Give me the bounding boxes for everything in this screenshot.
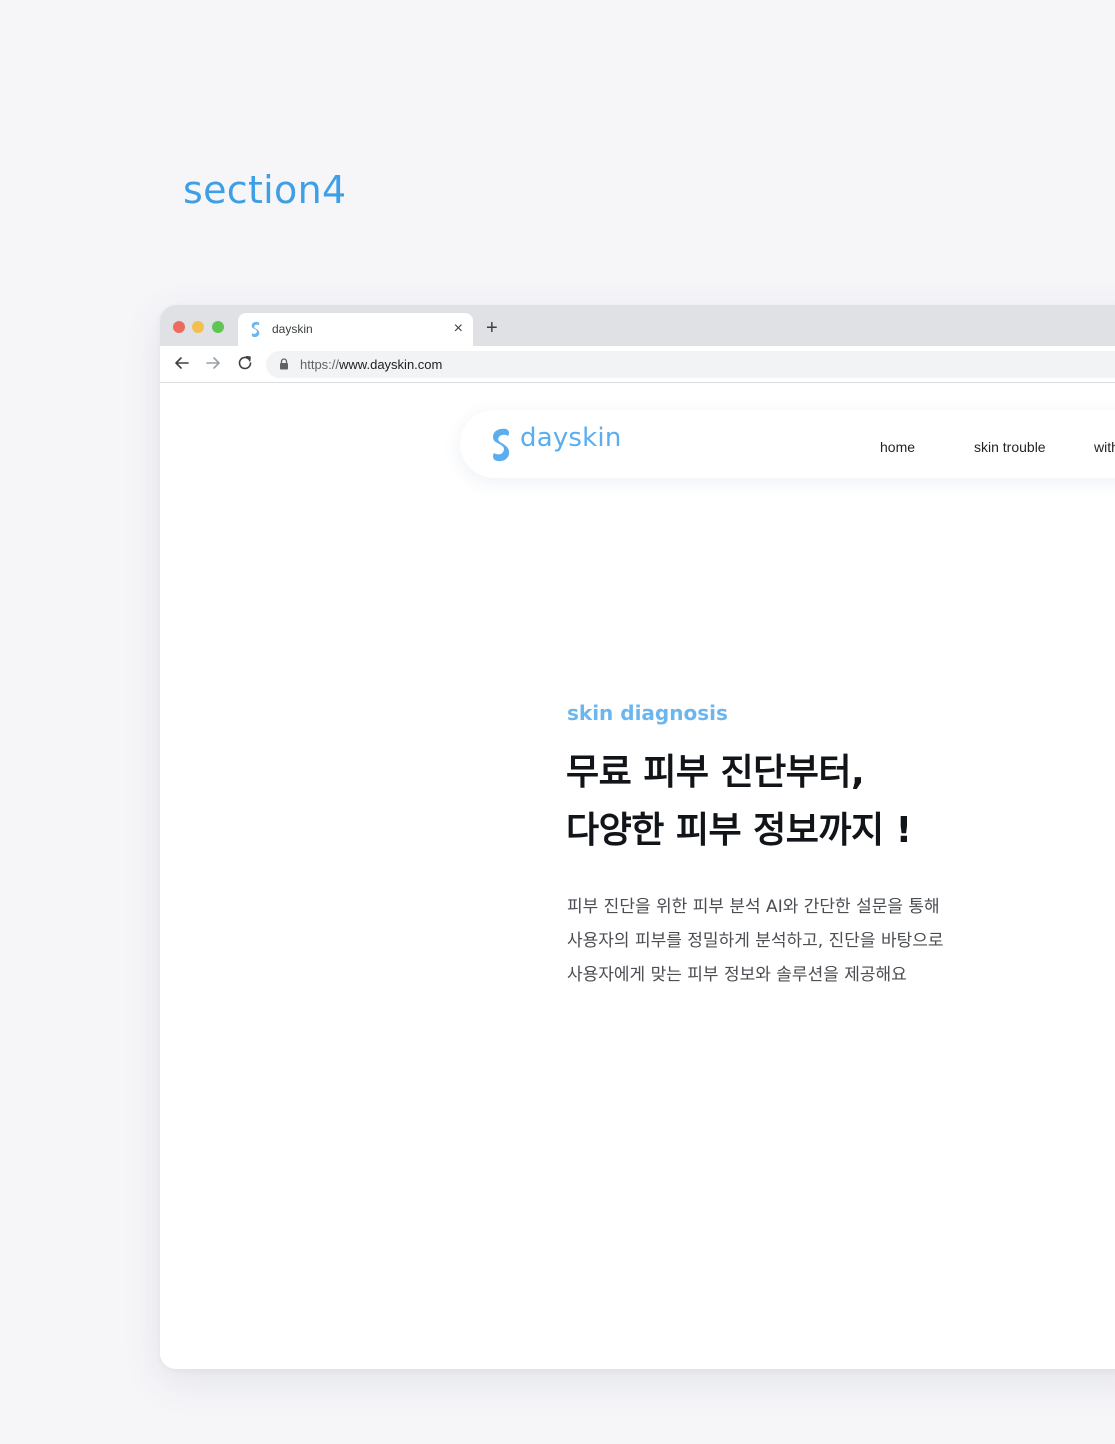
page-viewport: dayskin home skin trouble with skin diag… [160, 383, 1115, 1369]
tab-strip: dayskin × + [160, 305, 1115, 346]
nav-link-skin-trouble[interactable]: skin trouble [974, 439, 1046, 455]
tab-close-button[interactable]: × [454, 319, 463, 339]
hero-description-line: 사용자에게 맞는 피부 정보와 솔루션을 제공해요 [567, 965, 907, 985]
hero-description-line: 사용자의 피부를 정밀하게 분석하고, 진단을 바탕으로 [567, 931, 944, 951]
nav-link-with[interactable]: with [1094, 439, 1115, 455]
new-tab-button[interactable]: + [486, 316, 498, 340]
close-window-button[interactable] [173, 321, 185, 333]
section-label: section4 [183, 168, 347, 212]
maximize-window-button[interactable] [212, 321, 224, 333]
dayskin-logo-icon[interactable] [489, 427, 513, 463]
dayskin-favicon-icon [251, 321, 260, 338]
hero-title: 무료 피부 진단부터, 다양한 피부 정보까지 ! [566, 744, 912, 860]
tab-title: dayskin [272, 322, 313, 336]
logo-text[interactable]: dayskin [520, 423, 622, 453]
browser-window: dayskin × + https://www.dayskin.com days… [160, 305, 1115, 1369]
nav-link-home[interactable]: home [880, 439, 915, 455]
hero-eyebrow: skin diagnosis [567, 701, 728, 725]
address-bar[interactable]: https://www.dayskin.com [266, 351, 1115, 378]
forward-arrow-icon[interactable] [204, 354, 222, 372]
url-scheme: https:// [300, 357, 340, 372]
hero-title-line: 다양한 피부 정보까지 ! [566, 810, 912, 851]
browser-tab[interactable]: dayskin × [238, 313, 473, 346]
url-text: https://www.dayskin.com [300, 357, 442, 372]
back-arrow-icon[interactable] [173, 354, 191, 372]
site-header: dayskin home skin trouble with [460, 410, 1115, 478]
url-host: www.dayskin.com [339, 357, 443, 372]
hero-description-line: 피부 진단을 위한 피부 분석 AI와 간단한 설문을 통해 [567, 897, 940, 917]
browser-toolbar: https://www.dayskin.com [160, 346, 1115, 383]
hero-title-line: 무료 피부 진단부터, [566, 752, 865, 793]
hero-description: 피부 진단을 위한 피부 분석 AI와 간단한 설문을 통해 사용자의 피부를 … [567, 890, 944, 992]
reload-icon[interactable] [236, 354, 254, 372]
lock-icon [280, 358, 288, 370]
minimize-window-button[interactable] [192, 321, 204, 333]
